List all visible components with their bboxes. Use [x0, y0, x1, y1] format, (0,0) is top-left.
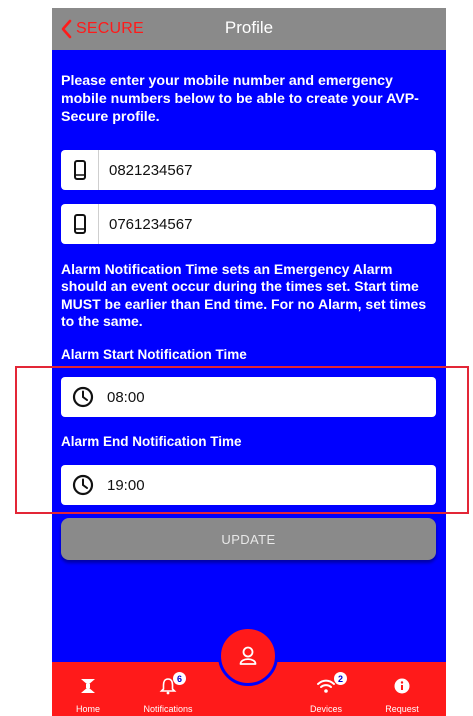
info-icon [394, 676, 410, 696]
mobile-number-value: 0821234567 [109, 161, 193, 179]
devices-badge: 2 [334, 672, 347, 685]
header-bar: SECURE Profile [52, 8, 446, 50]
emergency-number-value: 0761234567 [109, 215, 193, 233]
alarm-times-highlight-box [15, 366, 469, 514]
profile-icon [239, 646, 257, 665]
mobile-phone-icon [61, 204, 99, 244]
tab-home[interactable]: Home [56, 662, 120, 716]
update-button[interactable]: UPDATE [61, 518, 436, 560]
notifications-badge: 6 [173, 672, 186, 685]
bell-icon: 6 [159, 672, 186, 696]
tab-notifications-label: Notifications [143, 704, 193, 714]
home-icon [79, 676, 97, 696]
tab-notifications[interactable]: 6 Notifications [136, 662, 200, 716]
tab-devices[interactable]: 2 Devices [294, 662, 358, 716]
tab-home-label: Home [75, 704, 100, 714]
wifi-icon: 2 [316, 672, 347, 696]
tab-devices-label: Devices [309, 704, 342, 714]
tab-request-label: Request [385, 704, 419, 714]
alarm-start-label: Alarm Start Notification Time [61, 347, 247, 362]
mobile-phone-icon [61, 150, 99, 190]
profile-center-button[interactable] [218, 626, 278, 686]
alarm-info-text: Alarm Notification Time sets an Emergenc… [61, 261, 427, 329]
emergency-number-field[interactable]: 0761234567 [61, 204, 436, 244]
page-title: Profile [224, 18, 274, 37]
mobile-number-field[interactable]: 0821234567 [61, 150, 436, 190]
intro-text: Please enter your mobile number and emer… [61, 73, 419, 125]
app-screen: SECURE Profile Please enter your mobile … [52, 8, 446, 716]
tab-request[interactable]: Request [370, 662, 434, 716]
